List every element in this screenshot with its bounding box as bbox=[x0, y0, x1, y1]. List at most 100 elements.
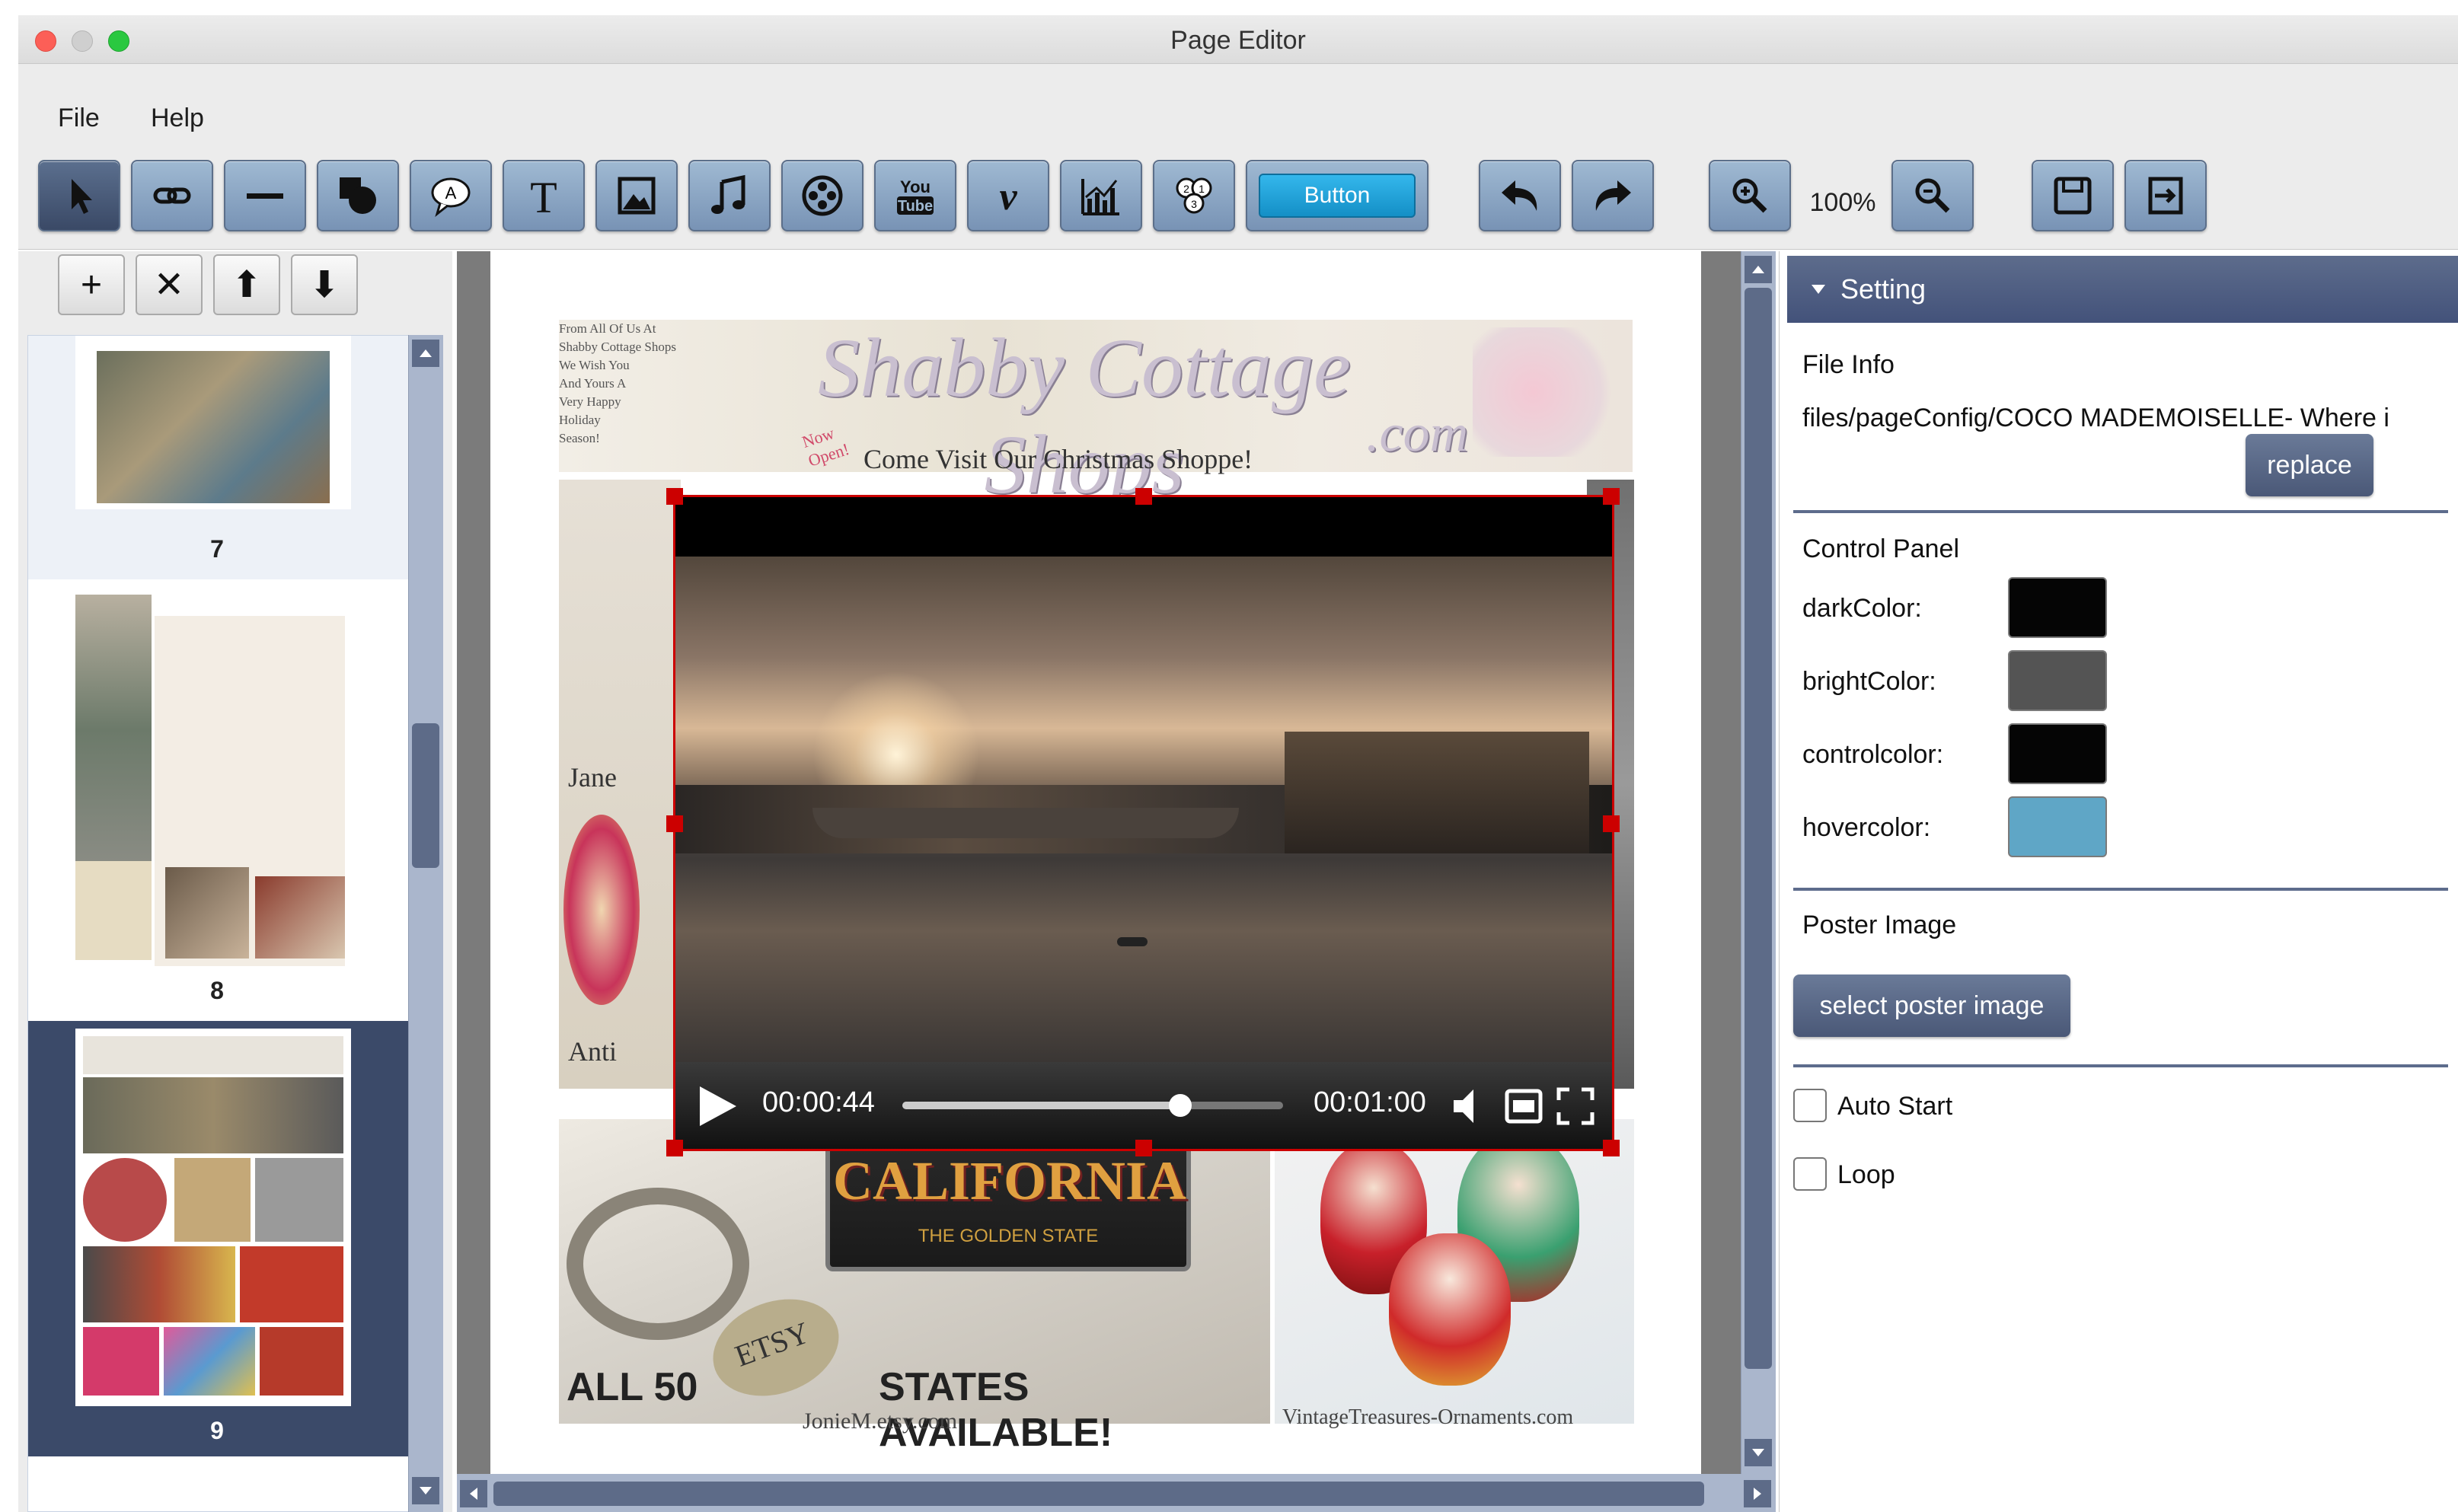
page-list-panel: + ✕ ⬆ ⬇ 7 8 9 bbox=[18, 251, 452, 1512]
separator bbox=[1793, 510, 2448, 513]
list-tool-button[interactable]: 213 bbox=[1153, 160, 1235, 231]
undo-button[interactable] bbox=[1479, 160, 1561, 231]
shape-tool-button[interactable] bbox=[317, 160, 399, 231]
play-icon[interactable] bbox=[694, 1083, 739, 1129]
chart-icon bbox=[1081, 179, 1119, 215]
santa-ornaments-image: VintageTreasures-Ornaments.com bbox=[1275, 1119, 1634, 1429]
delete-page-button[interactable]: ✕ bbox=[136, 254, 203, 315]
music-note-icon bbox=[711, 174, 745, 214]
resize-handle[interactable] bbox=[1603, 815, 1620, 832]
image-tool-button[interactable] bbox=[595, 160, 678, 231]
save-button[interactable] bbox=[2032, 160, 2114, 231]
resize-handle[interactable] bbox=[1603, 488, 1620, 505]
scroll-left-arrow[interactable] bbox=[460, 1480, 487, 1507]
page-list-scrollbar[interactable] bbox=[408, 335, 443, 1512]
zoom-level: 100% bbox=[1809, 187, 1876, 217]
move-page-up-button[interactable]: ⬆ bbox=[213, 254, 280, 315]
exit-button[interactable] bbox=[2124, 160, 2207, 231]
vimeo-icon: v bbox=[999, 175, 1017, 219]
california-image: CALIFORNIA THE GOLDEN STATE ETSY ALL 50 … bbox=[559, 1119, 1270, 1455]
canvas-horizontal-scrollbar[interactable] bbox=[457, 1474, 1776, 1512]
dark-color-swatch[interactable] bbox=[2008, 577, 2107, 638]
canvas-vertical-scrollbar[interactable] bbox=[1741, 251, 1776, 1474]
video-progress-track[interactable] bbox=[902, 1094, 1283, 1117]
page-item-8[interactable]: 8 bbox=[28, 587, 417, 1013]
zoom-out-icon bbox=[1915, 178, 1950, 213]
video-player[interactable]: 00:00:44 00:01:00 bbox=[666, 488, 1620, 1156]
resize-handle[interactable] bbox=[666, 488, 683, 505]
exit-icon bbox=[2148, 177, 2183, 215]
resize-handle[interactable] bbox=[666, 1140, 683, 1156]
resize-handle[interactable] bbox=[666, 815, 683, 832]
save-icon bbox=[2054, 177, 2092, 215]
page-canvas[interactable]: From All Of Us At Shabby Cottage Shops W… bbox=[490, 251, 1701, 1474]
button-tool-button[interactable]: Button bbox=[1246, 160, 1429, 231]
line-tool-button[interactable] bbox=[224, 160, 306, 231]
banner-image: From All Of Us At Shabby Cottage Shops W… bbox=[559, 320, 1633, 511]
vimeo-tool-button[interactable]: v bbox=[967, 160, 1049, 231]
redo-button[interactable] bbox=[1572, 160, 1654, 231]
duration-time: 00:01:00 bbox=[1314, 1086, 1426, 1118]
menu-bar: File Help bbox=[18, 64, 2458, 152]
resize-handle[interactable] bbox=[1603, 1140, 1620, 1156]
move-page-down-button[interactable]: ⬇ bbox=[291, 254, 358, 315]
link-tool-button[interactable] bbox=[131, 160, 213, 231]
page-item-7[interactable]: 7 bbox=[28, 336, 417, 579]
dark-color-label: darkColor: bbox=[1802, 594, 1922, 623]
video-tool-button[interactable] bbox=[781, 160, 863, 231]
select-tool-button[interactable] bbox=[38, 160, 120, 231]
menu-help[interactable]: Help bbox=[151, 104, 204, 133]
image-icon bbox=[618, 177, 656, 215]
page-number: 9 bbox=[210, 1417, 224, 1444]
loop-checkbox[interactable] bbox=[1793, 1157, 1827, 1191]
jane-label: Jane bbox=[568, 762, 617, 793]
svg-text:Tube: Tube bbox=[898, 198, 933, 215]
scroll-right-arrow[interactable] bbox=[1744, 1480, 1771, 1507]
callout-tool-button[interactable]: A bbox=[410, 160, 492, 231]
hover-color-swatch[interactable] bbox=[2008, 796, 2107, 857]
resize-handle[interactable] bbox=[1135, 488, 1152, 505]
control-color-swatch[interactable] bbox=[2008, 723, 2107, 784]
resize-handle[interactable] bbox=[1135, 1140, 1152, 1156]
scroll-down-arrow[interactable] bbox=[1745, 1439, 1772, 1466]
scroll-up-arrow[interactable] bbox=[1745, 256, 1772, 283]
auto-start-checkbox[interactable] bbox=[1793, 1089, 1827, 1122]
canvas-area: From All Of Us At Shabby Cottage Shops W… bbox=[457, 251, 1776, 1474]
theater-mode-icon[interactable] bbox=[1504, 1086, 1543, 1126]
scroll-up-arrow[interactable] bbox=[412, 340, 439, 367]
video-frame bbox=[675, 557, 1612, 1062]
audio-tool-button[interactable] bbox=[688, 160, 771, 231]
page-item-9[interactable]: 9 bbox=[28, 1021, 417, 1456]
fullscreen-icon[interactable] bbox=[1556, 1086, 1595, 1126]
scrollbar-thumb[interactable] bbox=[493, 1482, 1704, 1506]
separator bbox=[1793, 888, 2448, 891]
chart-tool-button[interactable] bbox=[1060, 160, 1142, 231]
banner-greeting-text: From All Of Us At Shabby Cottage Shops W… bbox=[559, 321, 676, 445]
menu-file[interactable]: File bbox=[58, 104, 100, 133]
bright-color-label: brightColor: bbox=[1802, 667, 1936, 696]
replace-button[interactable]: replace bbox=[2246, 434, 2373, 496]
page-thumbnail bbox=[75, 595, 351, 975]
shape-icon bbox=[340, 177, 376, 214]
vintage-caption: VintageTreasures-Ornaments.com bbox=[1282, 1405, 1574, 1429]
hover-color-label: hovercolor: bbox=[1802, 813, 1931, 842]
page-number: 7 bbox=[210, 535, 224, 563]
youtube-tool-button[interactable]: You Tube bbox=[874, 160, 956, 231]
text-tool-button[interactable]: T bbox=[503, 160, 585, 231]
page-item-10[interactable] bbox=[28, 1463, 417, 1511]
scrollbar-thumb[interactable] bbox=[1745, 288, 1772, 1369]
zoom-out-button[interactable] bbox=[1891, 160, 1974, 231]
add-page-button[interactable]: + bbox=[58, 254, 125, 315]
volume-icon[interactable] bbox=[1451, 1086, 1490, 1126]
bright-color-swatch[interactable] bbox=[2008, 650, 2107, 711]
window-title: Page Editor bbox=[1170, 26, 1306, 55]
scrollbar-thumb[interactable] bbox=[412, 723, 439, 868]
scroll-down-arrow[interactable] bbox=[412, 1477, 439, 1504]
video-progress-knob[interactable] bbox=[1169, 1094, 1192, 1117]
setting-section-header[interactable]: Setting bbox=[1787, 256, 2458, 323]
svg-text:1: 1 bbox=[1199, 183, 1205, 195]
svg-text:2: 2 bbox=[1183, 183, 1189, 195]
select-poster-image-button[interactable]: select poster image bbox=[1793, 975, 2070, 1037]
zoom-in-button[interactable] bbox=[1709, 160, 1791, 231]
page-thumbnail bbox=[75, 336, 351, 509]
